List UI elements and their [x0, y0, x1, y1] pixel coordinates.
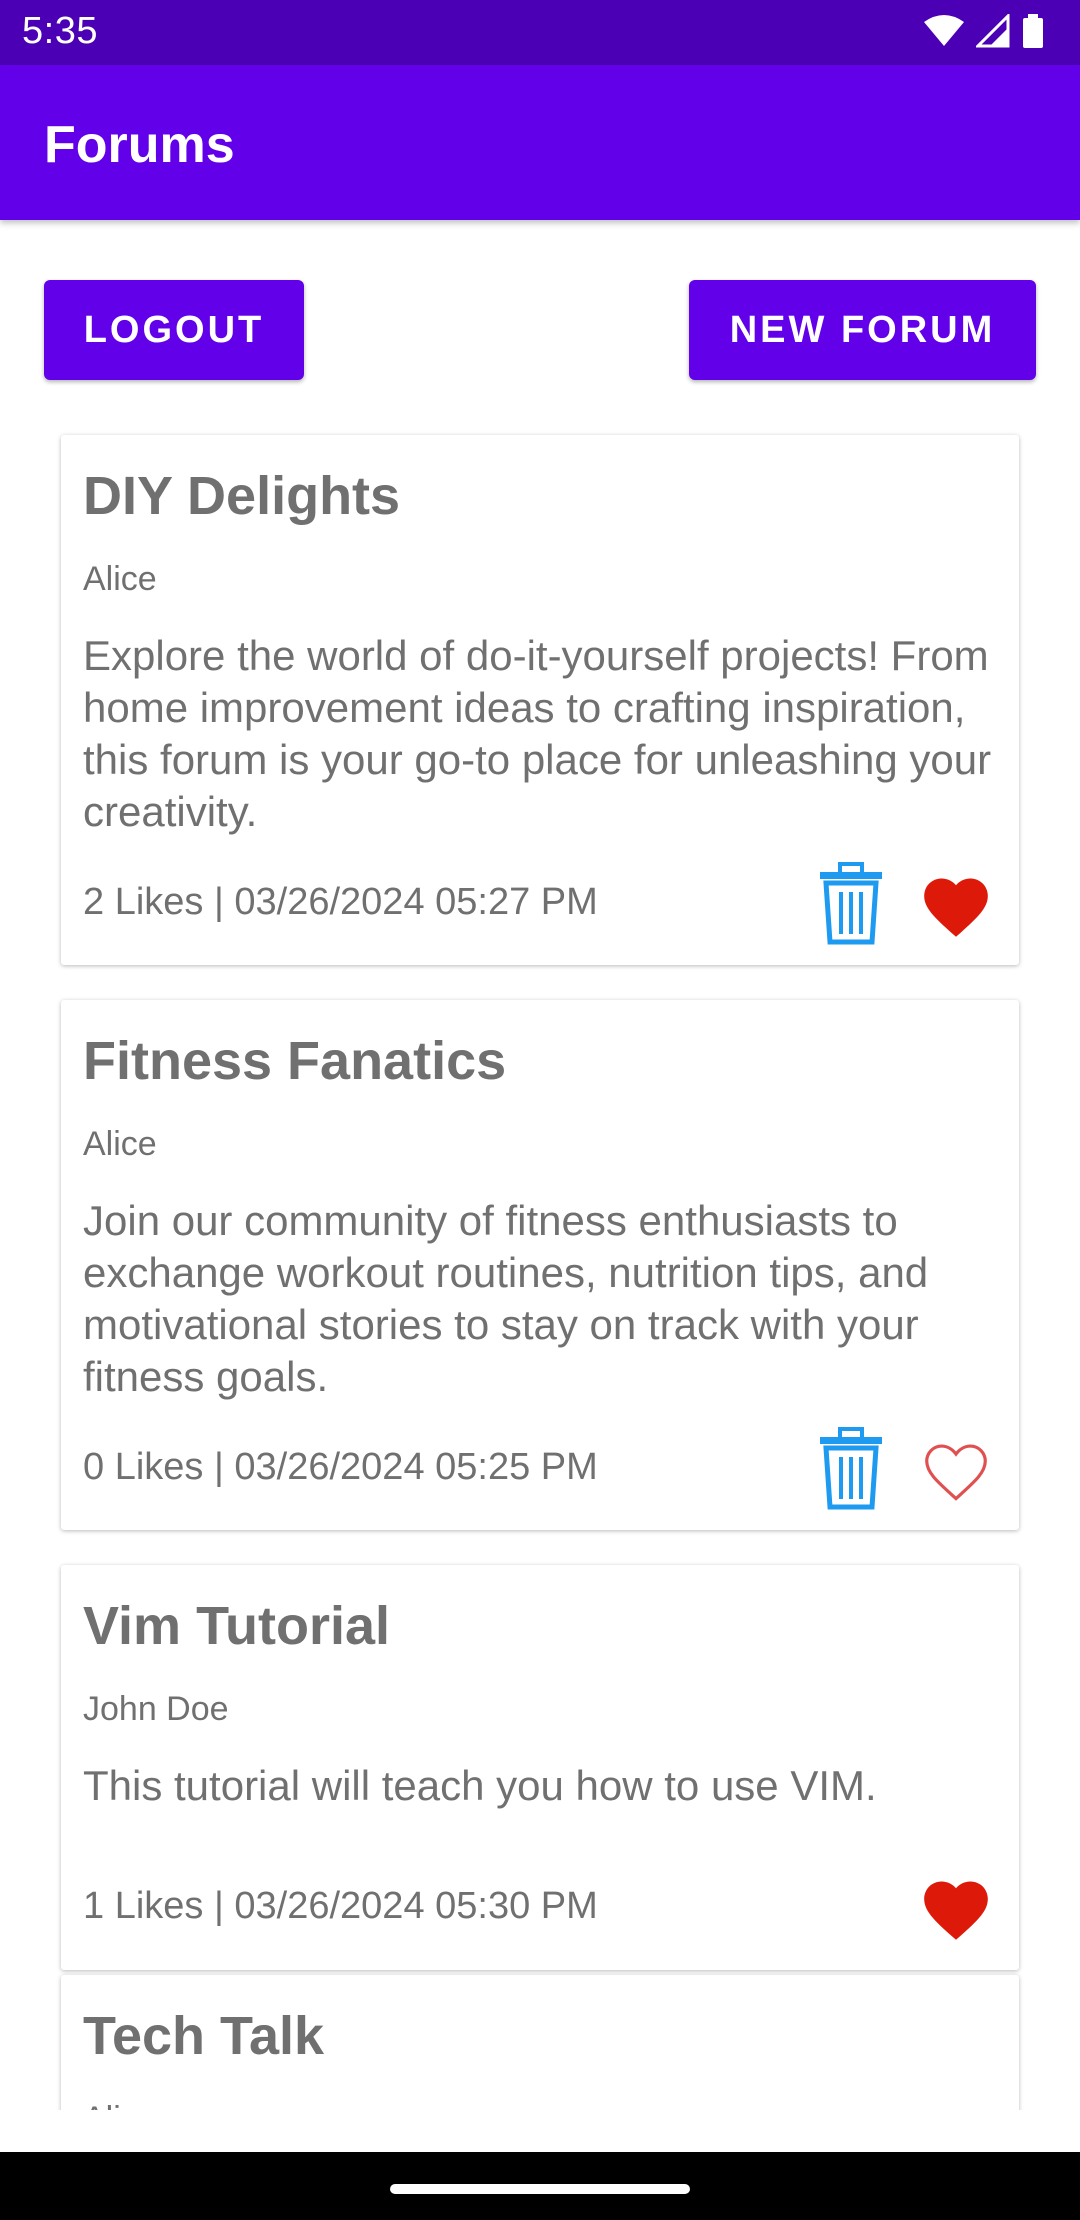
- forum-description: This tutorial will teach you how to use …: [83, 1762, 877, 1809]
- logout-button[interactable]: LOGOUT: [44, 280, 304, 380]
- heart-filled-icon[interactable]: [916, 1872, 996, 1942]
- forum-title: Tech Talk: [83, 2006, 325, 2066]
- forum-card[interactable]: Tech Talk Alice: [61, 1975, 1019, 2110]
- forum-author: Alice: [83, 2100, 157, 2110]
- system-icons: [924, 14, 1044, 48]
- status-time: 5:35: [22, 10, 98, 52]
- forum-description: Explore the world of do-it-yourself proj…: [83, 632, 992, 835]
- forum-title: Fitness Fanatics: [83, 1031, 507, 1091]
- trash-icon[interactable]: [816, 1427, 886, 1511]
- forum-author: Alice: [83, 560, 157, 598]
- forum-author: John Doe: [83, 1690, 229, 1728]
- forum-title: Vim Tutorial: [83, 1596, 391, 1656]
- forum-card[interactable]: DIY Delights Alice Explore the world of …: [61, 435, 1019, 965]
- trash-icon[interactable]: [816, 862, 886, 946]
- forum-card[interactable]: Fitness Fanatics Alice Join our communit…: [61, 1000, 1019, 1530]
- app-bar: Forums: [0, 65, 1080, 220]
- forum-author: Alice: [83, 1125, 157, 1163]
- battery-icon: [1023, 14, 1043, 48]
- forum-title: DIY Delights: [83, 466, 401, 526]
- heart-outline-icon[interactable]: [916, 1434, 996, 1504]
- wifi-icon: [924, 15, 964, 46]
- heart-filled-icon[interactable]: [916, 869, 996, 939]
- status-bar: 5:35: [0, 0, 1080, 65]
- navigation-bar: [0, 2152, 1080, 2220]
- forum-meta: 2 Likes | 03/26/2024 05:27 PM: [83, 881, 598, 923]
- signal-icon: [976, 14, 1010, 48]
- forum-description: Join our community of fitness enthusiast…: [83, 1197, 929, 1400]
- forum-meta: 1 Likes | 03/26/2024 05:30 PM: [83, 1885, 598, 1927]
- forum-list[interactable]: DIY Delights Alice Explore the world of …: [0, 430, 1080, 2110]
- page-title: Forums: [44, 116, 235, 174]
- new-forum-button[interactable]: NEW FORUM: [689, 280, 1036, 380]
- home-gesture-handle[interactable]: [390, 2184, 690, 2194]
- forum-meta: 0 Likes | 03/26/2024 05:25 PM: [83, 1446, 598, 1488]
- forum-card[interactable]: Vim Tutorial John Doe This tutorial will…: [61, 1565, 1019, 1970]
